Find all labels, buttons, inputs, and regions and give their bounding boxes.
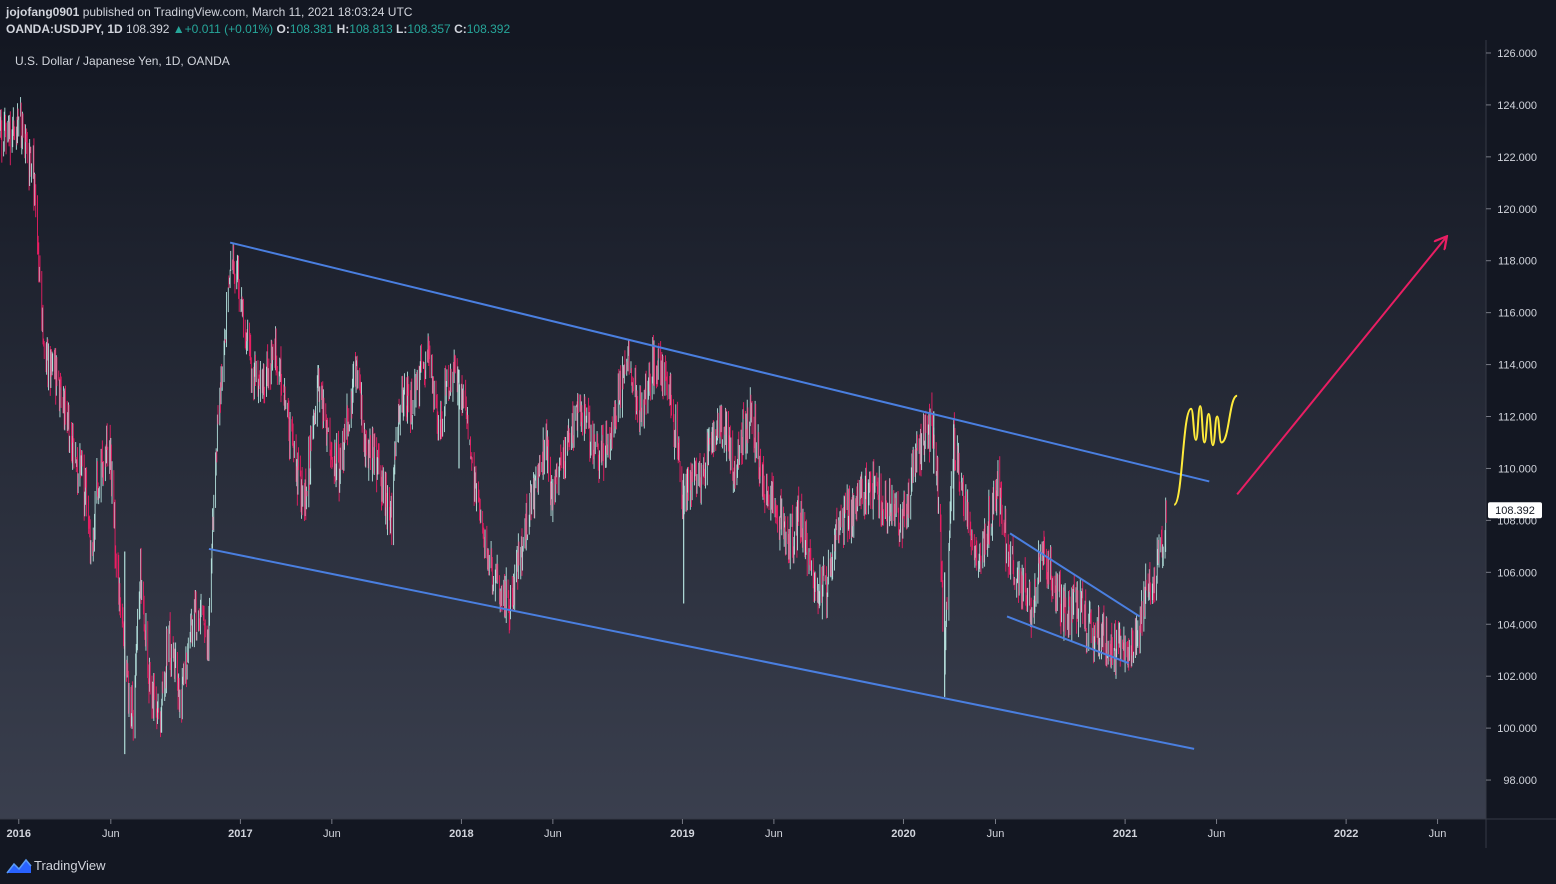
price-tick-label: 120.000 [1497,204,1537,216]
last-price-value: 108.392 [126,22,170,36]
time-tick-label: 2016 [7,828,31,840]
tradingview-logo-icon[interactable] [6,858,32,874]
time-tick-label: 2020 [891,828,915,840]
change-value: +0.011 (+0.01%) [184,22,274,36]
chart-header: jojofang0901 published on TradingView.co… [0,0,1556,40]
tradingview-brand-label[interactable]: TradingView [34,858,106,873]
price-tick-label: 114.000 [1498,360,1537,372]
price-tick-label: 98.000 [1503,775,1537,787]
chart-title: U.S. Dollar / Japanese Yen, 1D, OANDA [15,54,230,68]
open-value: 108.381 [289,22,334,36]
price-tick-label: 126.000 [1497,48,1537,60]
symbol-label: OANDA:USDJPY, 1D [6,22,123,36]
chart-footer: TradingView [0,848,1556,884]
time-tick-label: Jun [765,828,783,840]
time-tick-label: 2019 [670,828,694,840]
price-tick-label: 100.000 [1497,723,1537,735]
price-tick-label: 118.000 [1498,256,1537,268]
time-tick-label: Jun [1208,828,1226,840]
published-text: published on TradingView.com, March 11, … [82,5,413,19]
high-value: 108.813 [349,22,393,36]
close-label: C: [454,22,467,36]
price-tick-label: 102.000 [1497,671,1537,683]
time-tick-label: 2018 [449,828,473,840]
time-tick-label: 2022 [1334,828,1358,840]
time-tick-label: 2017 [228,828,252,840]
ohlc-legend: OANDA:USDJPY, 1D 108.392 ▲+0.011 (+0.01%… [6,22,510,36]
time-tick-label: 2021 [1113,828,1137,840]
change-arrow-icon: ▲ [172,22,185,36]
price-tick-label: 116.000 [1498,308,1537,320]
time-tick-label: Jun [323,828,341,840]
close-value: 108.392 [466,22,511,36]
publish-info: jojofang0901 published on TradingView.co… [6,5,412,19]
low-value: 108.357 [407,22,451,36]
last-price-badge: 108.392 [1488,502,1542,519]
time-tick-label: Jun [987,828,1005,840]
time-tick-label: Jun [102,828,120,840]
price-chart[interactable]: U.S. Dollar / Japanese Yen, 1D, OANDA 98… [0,40,1556,848]
price-tick-label: 112.000 [1498,412,1537,424]
author-name[interactable]: jojofang0901 [6,5,79,19]
time-tick-label: Jun [1429,828,1447,840]
price-tick-label: 122.000 [1497,152,1537,164]
price-tick-label: 124.000 [1497,100,1537,112]
open-label: O: [276,22,290,36]
high-label: H: [336,22,350,36]
price-tick-label: 106.000 [1497,567,1537,579]
low-label: L: [396,22,408,36]
time-tick-label: Jun [544,828,562,840]
last-price-badge-text: 108.392 [1495,505,1535,517]
price-tick-label: 104.000 [1497,619,1537,631]
price-tick-label: 110.000 [1498,463,1537,475]
